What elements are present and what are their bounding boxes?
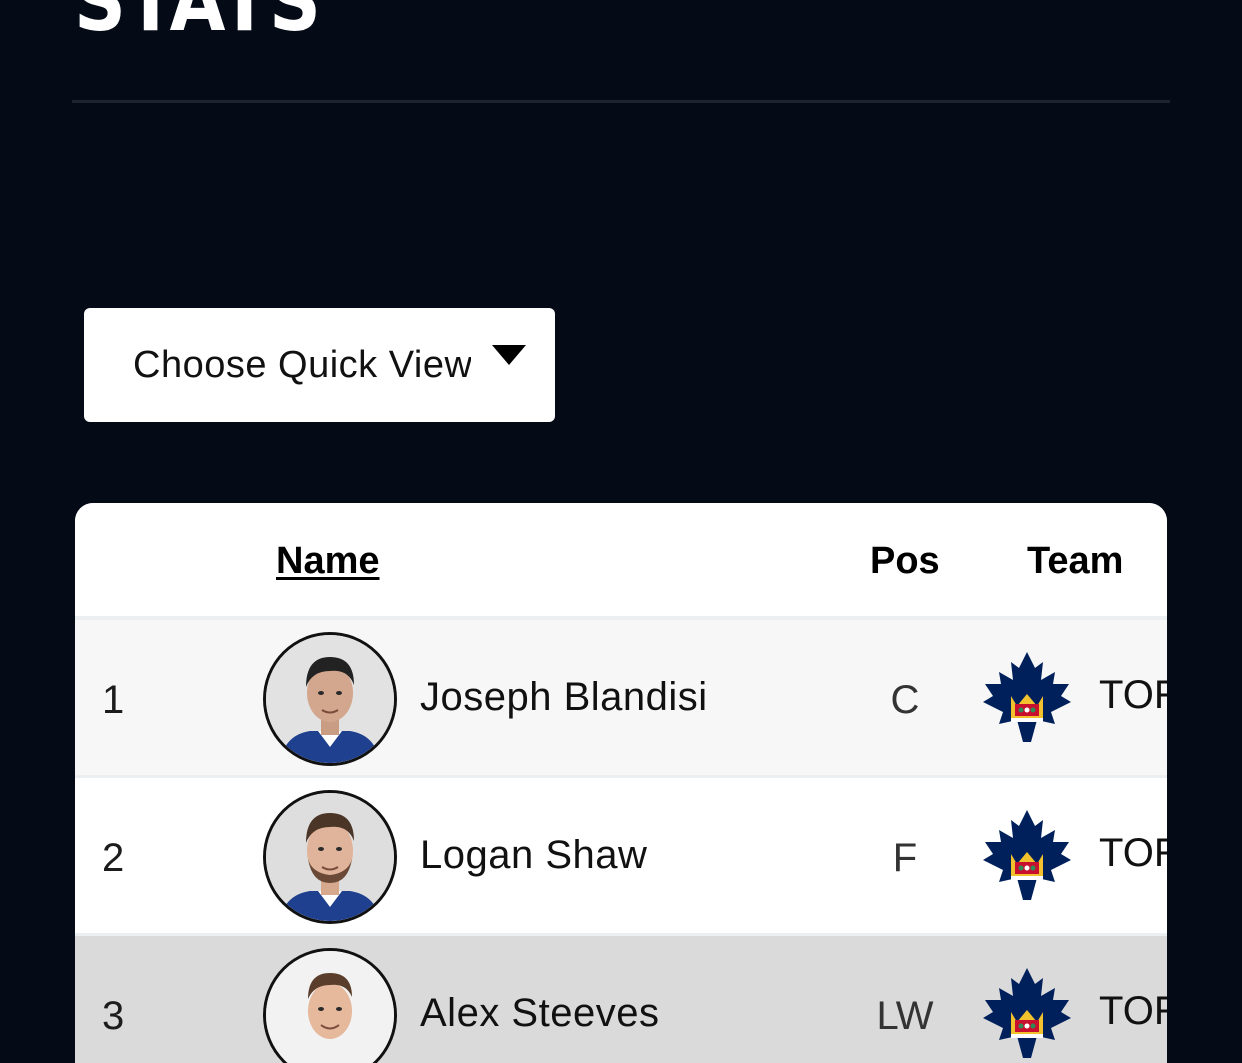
team-abbreviation[interactable]: TOR bbox=[1099, 830, 1167, 876]
position-cell: LW bbox=[876, 994, 934, 1038]
maple-leaf-logo-icon bbox=[983, 968, 1071, 1058]
column-header-team[interactable]: Team bbox=[1027, 539, 1123, 583]
maple-leaf-logo-icon bbox=[983, 652, 1071, 742]
position-cell: F bbox=[892, 836, 918, 880]
quick-view-select[interactable]: Choose Quick View bbox=[84, 308, 555, 422]
rank-cell: 3 bbox=[102, 994, 125, 1038]
column-header-name[interactable]: Name bbox=[276, 539, 380, 583]
player-avatar[interactable] bbox=[263, 948, 397, 1063]
team-abbreviation[interactable]: TOR bbox=[1099, 672, 1167, 718]
player-avatar[interactable] bbox=[263, 790, 397, 924]
column-header-pos[interactable]: Pos bbox=[870, 539, 940, 583]
table-row[interactable]: 3 Alex Steeves LW TOR bbox=[75, 936, 1167, 1063]
team-abbreviation[interactable]: TOR bbox=[1099, 988, 1167, 1034]
maple-leaf-logo-icon bbox=[983, 810, 1071, 900]
player-avatar[interactable] bbox=[263, 632, 397, 766]
player-name[interactable]: Joseph Blandisi bbox=[420, 674, 708, 720]
rank-cell: 2 bbox=[102, 836, 125, 880]
page-title: STATS bbox=[74, 0, 322, 50]
quick-view-label: Choose Quick View bbox=[133, 344, 471, 386]
table-row[interactable]: 2 Logan Shaw F TO bbox=[75, 778, 1167, 937]
player-name[interactable]: Logan Shaw bbox=[420, 832, 647, 878]
position-cell: C bbox=[890, 678, 920, 722]
stats-table: Name Pos Team 1 Joseph Blandisi C TO 2 L… bbox=[75, 503, 1167, 1063]
player-name[interactable]: Alex Steeves bbox=[420, 990, 659, 1036]
rank-cell: 1 bbox=[102, 678, 125, 722]
title-divider bbox=[72, 100, 1170, 103]
table-header: Name Pos Team bbox=[75, 503, 1167, 620]
caret-down-icon bbox=[492, 345, 526, 365]
table-row[interactable]: 1 Joseph Blandisi C TOR bbox=[75, 620, 1167, 779]
